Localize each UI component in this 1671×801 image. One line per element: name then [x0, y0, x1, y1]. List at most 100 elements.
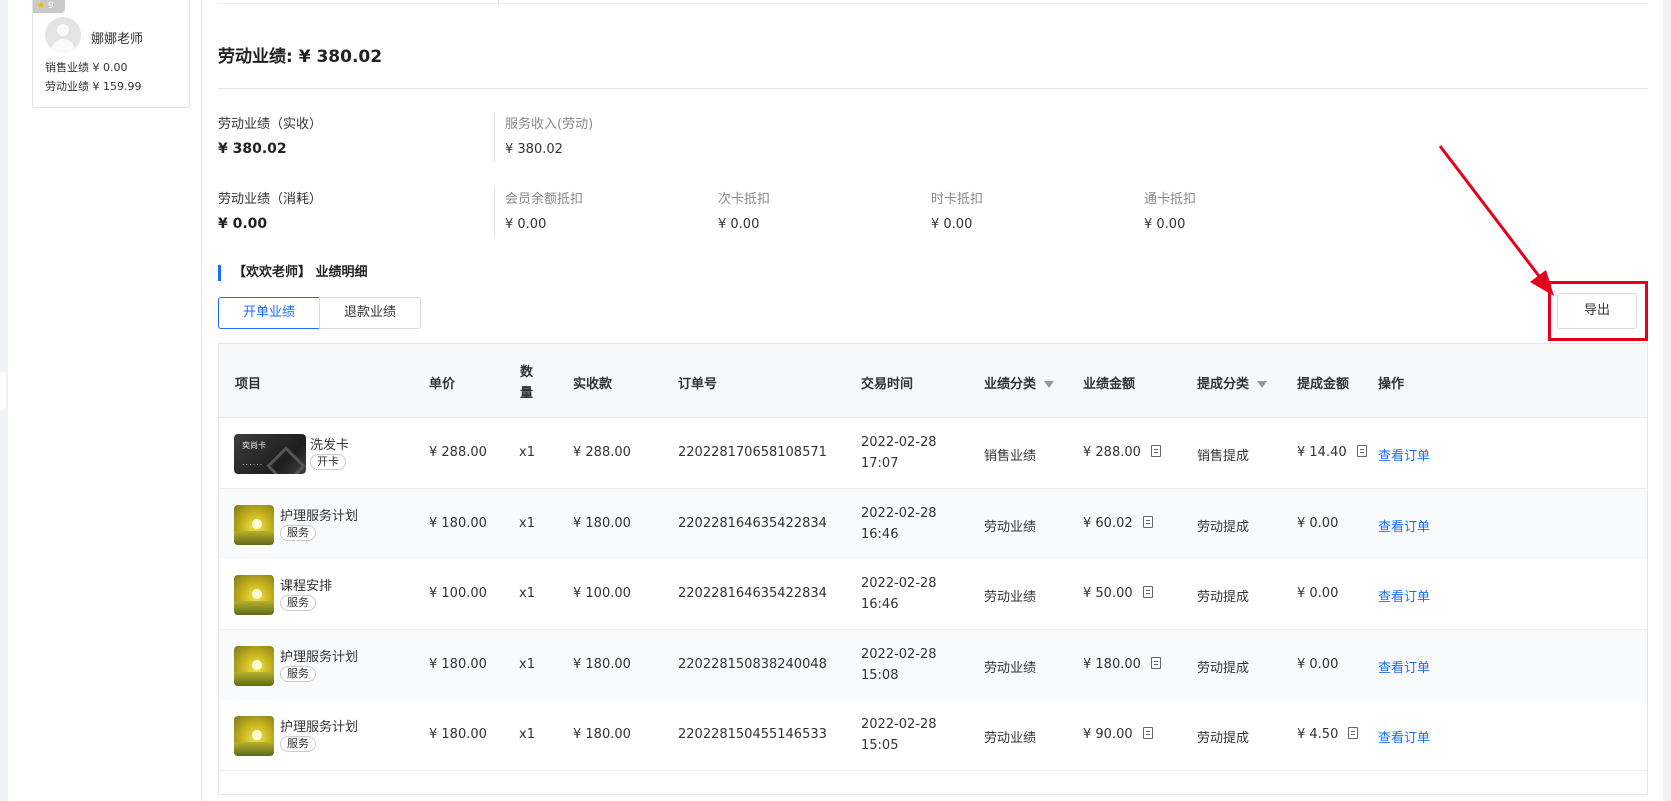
- count-card-value: ¥ 0.00: [718, 217, 760, 232]
- teacher-card[interactable]: ★ 9 娜娜老师 销售业绩 ¥ 0.00 劳动业绩 ¥ 159.99: [32, 0, 190, 108]
- perf-type: 劳动业绩: [984, 731, 1037, 746]
- filter-icon[interactable]: [1044, 381, 1055, 388]
- col-comm-type[interactable]: 提成分类: [1197, 373, 1268, 392]
- view-order-link[interactable]: 查看订单: [1378, 657, 1430, 676]
- time-card-value: ¥ 0.00: [931, 217, 973, 232]
- item-tag: 服务: [280, 595, 316, 611]
- transaction-time: 2022-02-28 15:05: [861, 717, 937, 753]
- col-paid: 实收款: [573, 377, 613, 392]
- perf-amount: ¥ 50.00: [1083, 586, 1153, 601]
- quantity: x1: [519, 586, 535, 601]
- col-item: 项目: [235, 377, 262, 392]
- quantity: x1: [519, 727, 535, 742]
- performance-table: 项目 单价 数量 实收款 订单号 交易时间 业绩分类 业绩金额 提成分类 提成金…: [218, 343, 1648, 795]
- col-comm-amount: 提成金额: [1297, 377, 1350, 392]
- paid-amount: ¥ 288.00: [573, 445, 631, 460]
- detail-icon[interactable]: [1348, 727, 1359, 739]
- comm-type: 销售提成: [1197, 449, 1250, 464]
- comm-type: 劳动提成: [1197, 590, 1250, 605]
- comm-amount: ¥ 0.00: [1297, 657, 1339, 672]
- summary-divider: [494, 187, 495, 237]
- page-title: 劳动业绩: ¥ 380.02: [218, 47, 383, 67]
- view-order-link[interactable]: 查看订单: [1378, 516, 1430, 535]
- perf-type: 劳动业绩: [984, 590, 1037, 605]
- item-name: 课程安排: [280, 579, 333, 594]
- consumption-perf-label: 劳动业绩（消耗）: [218, 192, 323, 207]
- teacher-name: 娜娜老师: [91, 32, 144, 47]
- member-balance-label: 会员余额抵扣: [505, 192, 584, 207]
- unit-price: ¥ 288.00: [429, 445, 487, 460]
- service-thumbnail: [234, 646, 274, 686]
- service-thumbnail: [234, 575, 274, 615]
- filter-icon[interactable]: [1257, 381, 1268, 388]
- consumption-perf-value: ¥ 0.00: [218, 216, 268, 232]
- top-divider: [218, 0, 1648, 4]
- view-order-link[interactable]: 查看订单: [1378, 586, 1430, 605]
- comm-type: 劳动提成: [1197, 731, 1250, 746]
- actual-perf-label: 劳动业绩（实收）: [218, 117, 323, 132]
- transaction-time: 2022-02-28 16:46: [861, 506, 937, 542]
- service-income-label: 服务收入(劳动): [505, 117, 594, 132]
- table-row: 奕尚卡...... 洗发卡 开卡 ¥ 288.00 x1 ¥ 288.00 22022817…: [219, 418, 1647, 489]
- perf-amount: ¥ 60.02: [1083, 516, 1153, 531]
- annotation-arrow-icon: [1438, 145, 1554, 296]
- comm-amount: ¥ 0.00: [1297, 516, 1339, 531]
- card-thumbnail: 奕尚卡......: [234, 434, 306, 474]
- perf-type: 劳动业绩: [984, 520, 1037, 535]
- detail-icon[interactable]: [1150, 657, 1161, 669]
- col-qty: 数量: [520, 365, 534, 401]
- member-balance-value: ¥ 0.00: [505, 217, 547, 232]
- paid-amount: ¥ 180.00: [573, 657, 631, 672]
- general-card-label: 通卡抵扣: [1144, 192, 1197, 207]
- paid-amount: ¥ 100.00: [573, 586, 631, 601]
- view-order-link[interactable]: 查看订单: [1378, 727, 1430, 746]
- comm-amount: ¥ 4.50: [1297, 727, 1359, 742]
- item-tag: 服务: [280, 666, 316, 682]
- detail-icon[interactable]: [1142, 516, 1153, 528]
- tab-refund-performance[interactable]: 退款业绩: [319, 297, 421, 329]
- top-tick: [498, 0, 499, 4]
- order-number: 220228164635422834: [678, 516, 827, 531]
- unit-price: ¥ 180.00: [429, 657, 487, 672]
- table-row: 护理服务计划 服务 ¥ 180.00 x1 ¥ 180.00 22022816463542…: [219, 489, 1647, 560]
- summary-divider: [494, 112, 495, 162]
- star-icon: ★: [37, 1, 46, 11]
- teacher-sales-stat: 销售业绩 ¥ 0.00: [45, 61, 128, 74]
- transaction-time: 2022-02-28 17:07: [861, 435, 937, 471]
- comm-type: 劳动提成: [1197, 520, 1250, 535]
- quantity: x1: [519, 657, 535, 672]
- collapse-handle[interactable]: [0, 372, 6, 410]
- main-content: 劳动业绩: ¥ 380.02 劳动业绩（实收） ¥ 380.02 服务收入(劳动…: [202, 0, 1663, 801]
- unit-price: ¥ 180.00: [429, 516, 487, 531]
- unit-price: ¥ 100.00: [429, 586, 487, 601]
- avatar: [45, 17, 81, 53]
- transaction-time: 2022-02-28 16:46: [861, 576, 937, 612]
- table-header: 项目 单价 数量 实收款 订单号 交易时间 业绩分类 业绩金额 提成分类 提成金…: [219, 344, 1647, 418]
- col-order-no: 订单号: [678, 377, 718, 392]
- comm-amount: ¥ 0.00: [1297, 586, 1339, 601]
- detail-icon[interactable]: [1356, 445, 1367, 457]
- item-name: 护理服务计划: [280, 720, 359, 735]
- col-action: 操作: [1378, 377, 1405, 392]
- annotation-highlight-box: [1548, 281, 1648, 341]
- perf-type: 销售业绩: [984, 449, 1037, 464]
- detail-icon[interactable]: [1142, 586, 1153, 598]
- detail-icon[interactable]: [1142, 727, 1153, 739]
- view-order-link[interactable]: 查看订单: [1378, 445, 1430, 464]
- quantity: x1: [519, 516, 535, 531]
- service-thumbnail: [234, 716, 274, 756]
- actual-perf-value: ¥ 380.02: [218, 141, 287, 157]
- order-number: 220228150455146533: [678, 727, 827, 742]
- col-price: 单价: [429, 377, 456, 392]
- col-perf-type[interactable]: 业绩分类: [984, 373, 1055, 392]
- unit-price: ¥ 180.00: [429, 727, 487, 742]
- tab-open-order-performance[interactable]: 开单业绩: [218, 297, 320, 329]
- service-thumbnail: [234, 505, 274, 545]
- table-row: 护理服务计划 服务 ¥ 180.00 x1 ¥ 180.00 22022815045514…: [219, 700, 1647, 771]
- detail-icon[interactable]: [1150, 445, 1161, 457]
- quantity: x1: [519, 445, 535, 460]
- perf-amount: ¥ 90.00: [1083, 727, 1153, 742]
- rank-number: 9: [47, 1, 54, 11]
- perf-amount: ¥ 288.00: [1083, 445, 1161, 460]
- perf-amount: ¥ 180.00: [1083, 657, 1161, 672]
